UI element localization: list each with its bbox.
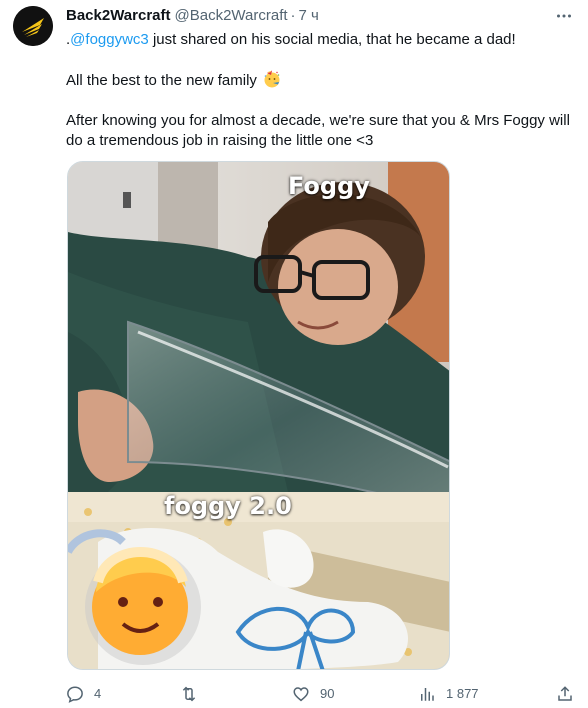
- views-chart-icon: [421, 688, 434, 701]
- retweet-icon: [182, 686, 196, 702]
- tweet-line-2: All the best to the new family: [66, 70, 571, 91]
- heart-icon: [293, 687, 309, 702]
- views-button[interactable]: 1 877: [418, 684, 479, 704]
- views-count: 1 877: [446, 686, 479, 701]
- photo-caption-bottom: foggy 2.0: [164, 492, 292, 520]
- tweet-actions: 4 90 1 877: [66, 684, 576, 704]
- tweet-text: .@foggywc3 just shared on his social med…: [66, 30, 571, 151]
- mention-link[interactable]: @foggywc3: [70, 31, 149, 48]
- reply-button[interactable]: 4: [66, 684, 101, 704]
- tweet-line-1: .@foggywc3 just shared on his social med…: [66, 30, 571, 50]
- reply-count: 4: [94, 686, 102, 701]
- more-dots-icon: [557, 14, 571, 18]
- line1-text: just shared on his social media, that he…: [148, 31, 516, 48]
- retweet-button[interactable]: [180, 684, 208, 704]
- reply-icon: [67, 686, 83, 703]
- tweet[interactable]: Back2Warcraft @Back2Warcraft · 7 ч .@fog…: [0, 0, 588, 708]
- share-icon: [558, 686, 572, 701]
- photo-illustration: [68, 162, 449, 669]
- separator: ·: [290, 7, 296, 24]
- line2-text: All the best to the new family: [66, 72, 262, 89]
- more-options-button[interactable]: [554, 6, 574, 26]
- timestamp[interactable]: 7 ч: [299, 6, 319, 26]
- tweet-content: Back2Warcraft @Back2Warcraft · 7 ч .@fog…: [66, 6, 574, 151]
- avatar[interactable]: [13, 6, 53, 46]
- tweet-line-3: After knowing you for almost a decade, w…: [66, 112, 570, 149]
- back2warcraft-logo-icon: [13, 6, 53, 46]
- party-face-emoji-icon: [264, 70, 280, 88]
- share-button[interactable]: [556, 684, 574, 704]
- like-button[interactable]: 90: [292, 684, 334, 704]
- handle[interactable]: @Back2Warcraft: [175, 6, 288, 26]
- tweet-header: Back2Warcraft @Back2Warcraft · 7 ч: [66, 6, 574, 26]
- like-count: 90: [320, 686, 335, 701]
- photo-caption-top: Foggy: [288, 172, 370, 200]
- display-name[interactable]: Back2Warcraft: [66, 6, 171, 26]
- tweet-photo[interactable]: Foggy foggy 2.0: [67, 161, 450, 670]
